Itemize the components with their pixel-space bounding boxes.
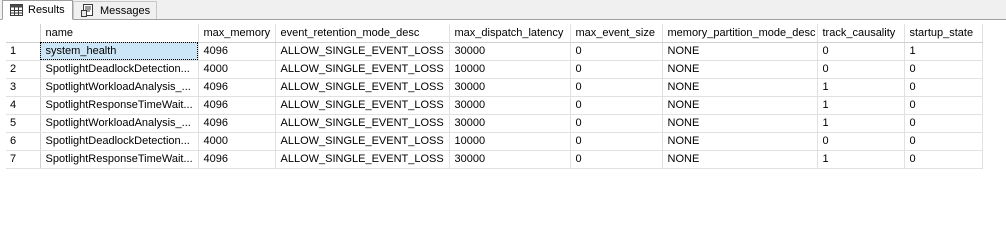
cell-max-event-size[interactable]: 0 (570, 150, 663, 169)
cell-max-event-size[interactable]: 0 (570, 42, 663, 61)
column-header-max-memory[interactable]: max_memory (198, 24, 276, 43)
cell-max-dispatch-latency[interactable]: 10000 (449, 60, 571, 79)
cell-event-retention-mode-desc[interactable]: ALLOW_SINGLE_EVENT_LOSS (275, 60, 450, 79)
cell-max-event-size[interactable]: 0 (570, 96, 663, 115)
row-number[interactable]: 1 (6, 42, 41, 61)
row-number[interactable]: 3 (6, 78, 41, 97)
results-grid: name max_memory event_retention_mode_des… (6, 24, 983, 169)
cell-max-event-size[interactable]: 0 (570, 114, 663, 133)
column-header-memory-partition-mode-desc[interactable]: memory_partition_mode_desc (662, 24, 818, 43)
cell-memory-partition-mode-desc[interactable]: NONE (662, 96, 818, 115)
table-row: 6 SpotlightDeadlockDetection... 4000 ALL… (6, 132, 983, 151)
cell-name[interactable]: SpotlightWorkloadAnalysis_... (40, 78, 199, 97)
cell-startup-state[interactable]: 0 (904, 78, 983, 97)
cell-name[interactable]: SpotlightDeadlockDetection... (40, 132, 199, 151)
results-tabstrip: Results Messages (0, 0, 1006, 20)
table-row: 2 SpotlightDeadlockDetection... 4000 ALL… (6, 60, 983, 79)
row-number[interactable]: 6 (6, 132, 41, 151)
cell-max-dispatch-latency[interactable]: 30000 (449, 42, 571, 61)
column-header-track-causality[interactable]: track_causality (817, 24, 905, 43)
cell-name[interactable]: system_health (40, 42, 199, 61)
cell-track-causality[interactable]: 1 (817, 78, 905, 97)
cell-memory-partition-mode-desc[interactable]: NONE (662, 150, 818, 169)
cell-memory-partition-mode-desc[interactable]: NONE (662, 60, 818, 79)
grid-icon (10, 4, 23, 16)
cell-max-dispatch-latency[interactable]: 30000 (449, 150, 571, 169)
table-row: 4 SpotlightResponseTimeWait... 4096 ALLO… (6, 96, 983, 115)
cell-event-retention-mode-desc[interactable]: ALLOW_SINGLE_EVENT_LOSS (275, 42, 450, 61)
tab-messages[interactable]: Messages (73, 1, 157, 19)
table-row: 5 SpotlightWorkloadAnalysis_... 4096 ALL… (6, 114, 983, 133)
row-number[interactable]: 2 (6, 60, 41, 79)
cell-max-memory[interactable]: 4096 (198, 42, 276, 61)
cell-startup-state[interactable]: 0 (904, 150, 983, 169)
cell-event-retention-mode-desc[interactable]: ALLOW_SINGLE_EVENT_LOSS (275, 78, 450, 97)
cell-startup-state[interactable]: 0 (904, 132, 983, 151)
cell-track-causality[interactable]: 1 (817, 150, 905, 169)
cell-max-memory[interactable]: 4096 (198, 114, 276, 133)
tab-messages-label: Messages (100, 4, 151, 17)
cell-max-event-size[interactable]: 0 (570, 132, 663, 151)
table-row: 1 system_health 4096 ALLOW_SINGLE_EVENT_… (6, 42, 983, 61)
column-header-event-retention-mode-desc[interactable]: event_retention_mode_desc (275, 24, 450, 43)
cell-track-causality[interactable]: 0 (817, 42, 905, 61)
cell-startup-state[interactable]: 1 (904, 42, 983, 61)
column-header-max-dispatch-latency[interactable]: max_dispatch_latency (449, 24, 571, 43)
cell-track-causality[interactable]: 0 (817, 132, 905, 151)
cell-max-dispatch-latency[interactable]: 30000 (449, 96, 571, 115)
cell-max-memory[interactable]: 4000 (198, 132, 276, 151)
grid-corner[interactable] (6, 24, 41, 43)
table-row: 7 SpotlightResponseTimeWait... 4096 ALLO… (6, 150, 983, 169)
cell-max-memory[interactable]: 4096 (198, 96, 276, 115)
cell-event-retention-mode-desc[interactable]: ALLOW_SINGLE_EVENT_LOSS (275, 150, 450, 169)
cell-startup-state[interactable]: 0 (904, 96, 983, 115)
tab-results-label: Results (28, 4, 65, 16)
table-row: 3 SpotlightWorkloadAnalysis_... 4096 ALL… (6, 78, 983, 97)
column-header-name[interactable]: name (40, 24, 199, 43)
cell-max-dispatch-latency[interactable]: 10000 (449, 132, 571, 151)
cell-max-memory[interactable]: 4096 (198, 150, 276, 169)
cell-max-event-size[interactable]: 0 (570, 60, 663, 79)
cell-name[interactable]: SpotlightResponseTimeWait... (40, 96, 199, 115)
cell-memory-partition-mode-desc[interactable]: NONE (662, 132, 818, 151)
grid-header-row: name max_memory event_retention_mode_des… (6, 24, 983, 43)
cell-startup-state[interactable]: 0 (904, 114, 983, 133)
cell-max-event-size[interactable]: 0 (570, 78, 663, 97)
cell-name[interactable]: SpotlightResponseTimeWait... (40, 150, 199, 169)
cell-event-retention-mode-desc[interactable]: ALLOW_SINGLE_EVENT_LOSS (275, 96, 450, 115)
cell-memory-partition-mode-desc[interactable]: NONE (662, 42, 818, 61)
tab-results[interactable]: Results (2, 0, 73, 20)
cell-max-dispatch-latency[interactable]: 30000 (449, 78, 571, 97)
cell-max-memory[interactable]: 4000 (198, 60, 276, 79)
cell-memory-partition-mode-desc[interactable]: NONE (662, 78, 818, 97)
cell-track-causality[interactable]: 1 (817, 96, 905, 115)
row-number[interactable]: 5 (6, 114, 41, 133)
cell-memory-partition-mode-desc[interactable]: NONE (662, 114, 818, 133)
cell-event-retention-mode-desc[interactable]: ALLOW_SINGLE_EVENT_LOSS (275, 132, 450, 151)
cell-max-dispatch-latency[interactable]: 30000 (449, 114, 571, 133)
row-number[interactable]: 4 (6, 96, 41, 115)
cell-startup-state[interactable]: 0 (904, 60, 983, 79)
cell-event-retention-mode-desc[interactable]: ALLOW_SINGLE_EVENT_LOSS (275, 114, 450, 133)
column-header-startup-state[interactable]: startup_state (904, 24, 983, 43)
row-number[interactable]: 7 (6, 150, 41, 169)
cell-track-causality[interactable]: 1 (817, 114, 905, 133)
cell-track-causality[interactable]: 0 (817, 60, 905, 79)
cell-max-memory[interactable]: 4096 (198, 78, 276, 97)
column-header-max-event-size[interactable]: max_event_size (570, 24, 663, 43)
cell-name[interactable]: SpotlightWorkloadAnalysis_... (40, 114, 199, 133)
messages-icon (81, 4, 95, 17)
cell-name[interactable]: SpotlightDeadlockDetection... (40, 60, 199, 79)
